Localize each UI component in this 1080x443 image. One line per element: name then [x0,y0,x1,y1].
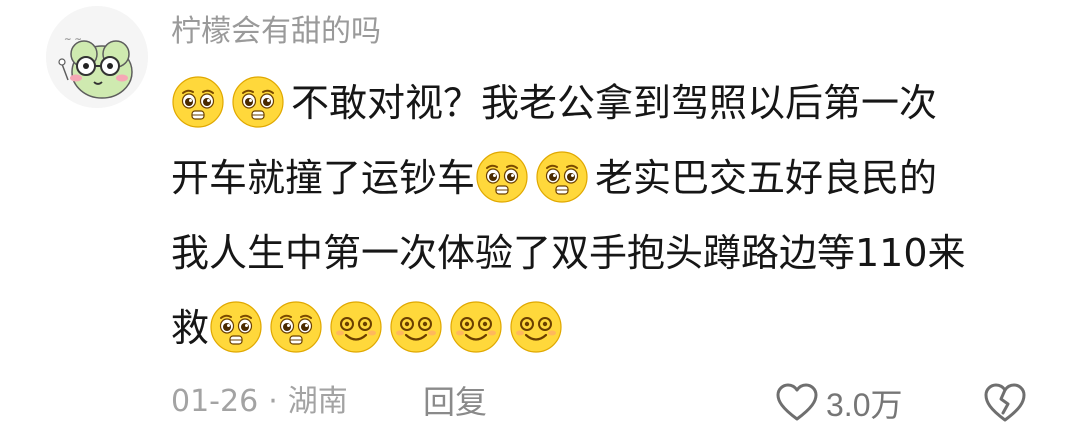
comment-date: 01-26 [171,384,259,419]
frog-avatar-icon: ~ ~ [46,6,148,108]
pleading-face-icon [210,301,262,353]
smiling-face-icon [510,301,562,353]
comment-item: ~ ~ 柠檬会有甜的吗 不敢对视？我老公拿到驾照以后第一次开车就撞了运钞车 老实巴… [0,0,1080,443]
comment-text-segment: 救 [171,306,210,350]
comment-line: 不敢对视？我老公拿到驾照以后第一次 [171,66,1051,141]
pleading-face-icon [270,301,322,353]
dislike-button[interactable] [982,380,1028,426]
avatar[interactable]: ~ ~ [46,6,148,108]
heart-outline-icon [776,383,818,421]
comment-text: 不敢对视？我老公拿到驾照以后第一次开车就撞了运钞车 老实巴交五好良民的我人生中第一… [171,66,1051,366]
comment-meta: 01-26 · 湖南 [171,380,348,424]
comment-line: 开车就撞了运钞车 老实巴交五好良民的 [171,141,1051,216]
broken-heart-icon [984,383,1026,422]
comment-text-segment: 开车就撞了运钞车 [171,156,476,200]
like-count: 3.0万 [826,387,903,423]
comment-line: 我人生中第一次体验了双手抱头蹲路边等110来 [171,216,1051,291]
comment-text-segment: 不敢对视？我老公拿到驾照以后第一次 [291,81,938,125]
pleading-face-icon [536,151,588,203]
comment-location: 湖南 [287,384,348,419]
pleading-face-icon [172,76,224,128]
smiling-face-icon [450,301,502,353]
pleading-face-icon [232,76,284,128]
svg-text:~ ~: ~ ~ [64,35,82,45]
smiling-face-icon [330,301,382,353]
comment-line: 救 [171,291,1051,366]
reply-button[interactable]: 回复 [423,380,487,424]
meta-separator: · [268,384,278,419]
username[interactable]: 柠檬会有甜的吗 [171,12,381,52]
like-button[interactable]: 3.0万 [776,380,903,426]
comment-text-segment: 我人生中第一次体验了双手抱头蹲路边等110来 [171,231,966,275]
pleading-face-icon [476,151,528,203]
smiling-face-icon [390,301,442,353]
comment-text-segment: 老实巴交五好良民的 [595,156,938,200]
